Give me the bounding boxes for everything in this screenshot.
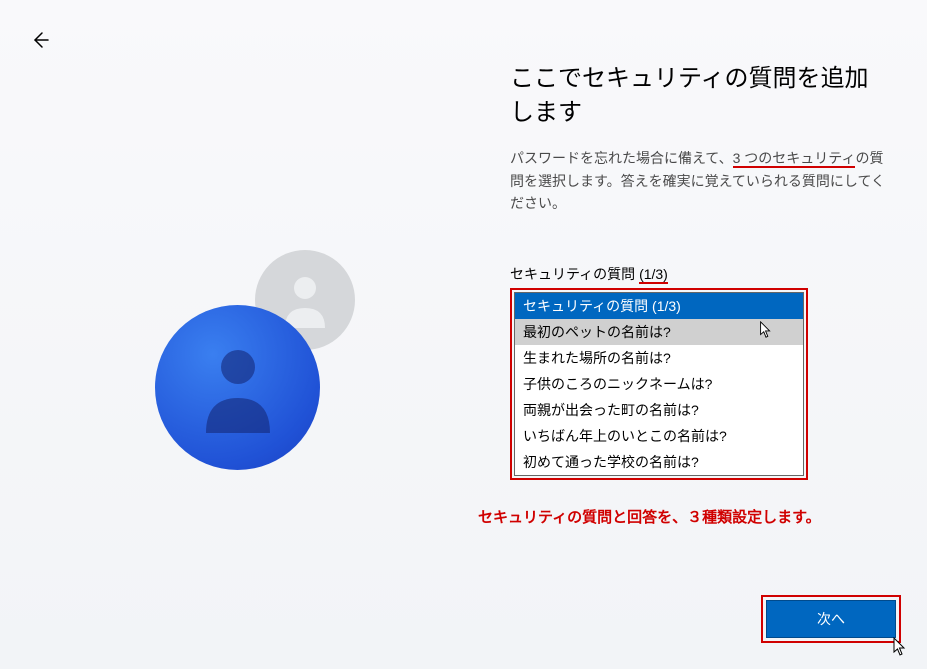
person-icon (198, 343, 278, 433)
arrow-left-icon (30, 30, 50, 50)
security-question-dropdown[interactable]: セキュリティの質問 (1/3)最初のペットの名前は?生まれた場所の名前は?子供の… (514, 292, 804, 476)
dropdown-highlight-box: セキュリティの質問 (1/3)最初のペットの名前は?生まれた場所の名前は?子供の… (510, 288, 808, 480)
cursor-icon (759, 321, 773, 339)
page-description: パスワードを忘れた場合に備えて、3 つのセキュリティの質問を選択します。答えを確… (510, 147, 890, 214)
page-title: ここでセキュリティの質問を追加します (510, 62, 890, 129)
qlabel-prefix: セキュリティの質問 (510, 266, 639, 282)
avatar-blue-circle (155, 305, 320, 470)
desc-underlined: 3 つのセキュリティ (733, 150, 856, 168)
content-panel: ここでセキュリティの質問を追加します パスワードを忘れた場合に備えて、3 つのセ… (510, 62, 890, 527)
dropdown-option[interactable]: 両親が出会った町の名前は? (515, 397, 803, 423)
next-button-label: 次へ (817, 609, 845, 629)
dropdown-option[interactable]: いちばん年上のいとこの名前は? (515, 423, 803, 449)
back-button[interactable] (28, 28, 52, 52)
dropdown-option[interactable]: 最初のペットの名前は? (515, 319, 803, 345)
person-icon (280, 273, 330, 328)
dropdown-option[interactable]: 初めて通った学校の名前は? (515, 449, 803, 475)
next-button-highlight-box: 次へ (761, 595, 901, 643)
question-label: セキュリティの質問 (1/3) (510, 264, 890, 284)
cursor-icon (893, 637, 907, 657)
user-illustration (155, 250, 395, 490)
dropdown-option[interactable]: セキュリティの質問 (1/3) (515, 293, 803, 319)
desc-prefix: パスワードを忘れた場合に備えて、 (510, 150, 733, 166)
qlabel-underlined: (1/3) (639, 266, 668, 284)
dropdown-option[interactable]: 生まれた場所の名前は? (515, 345, 803, 371)
annotation-text: セキュリティの質問と回答を、３種類設定します。 (478, 506, 890, 527)
next-button[interactable]: 次へ (766, 600, 896, 638)
dropdown-option[interactable]: 子供のころのニックネームは? (515, 371, 803, 397)
